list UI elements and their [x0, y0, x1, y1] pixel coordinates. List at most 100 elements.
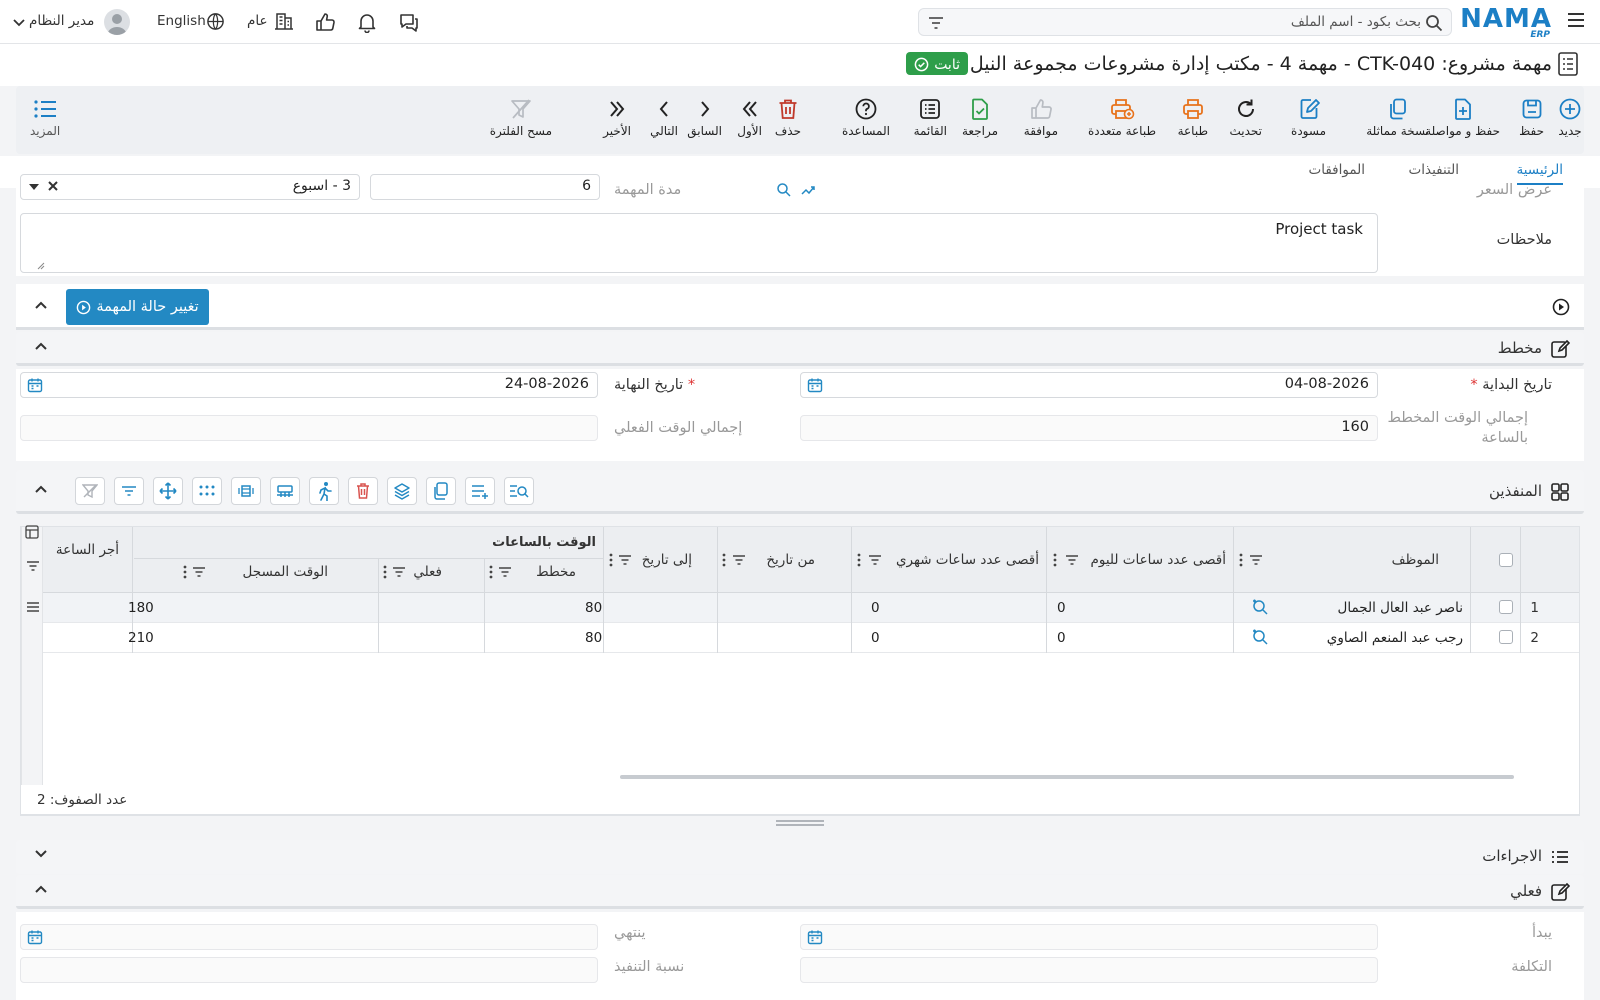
max-monthly-cell[interactable]: 0	[871, 600, 880, 616]
column-planned[interactable]: مخطط	[536, 564, 576, 580]
user-menu[interactable]: مدير النظام	[29, 13, 94, 29]
search-input[interactable]	[981, 12, 1421, 32]
open-link-icon[interactable]	[800, 182, 818, 198]
column-menu-icon[interactable]	[383, 565, 387, 579]
grid-search-button[interactable]	[504, 477, 534, 505]
toolbar-button-trash[interactable]: حذف	[775, 94, 801, 138]
calendar-icon[interactable]	[807, 377, 823, 393]
tab-main[interactable]: الرئيسية	[1517, 162, 1564, 178]
calendar-icon[interactable]	[807, 929, 823, 945]
search-plus-icon[interactable]	[1251, 628, 1269, 646]
max-daily-cell[interactable]: 0	[1057, 630, 1066, 646]
hour-rate-cell[interactable]: 180	[128, 600, 154, 616]
planned-total-input[interactable]: 160	[800, 415, 1378, 441]
cost-input[interactable]	[800, 957, 1378, 983]
search-icon[interactable]	[776, 182, 792, 198]
filter-icon[interactable]	[868, 554, 882, 566]
resize-handle-icon[interactable]	[37, 262, 45, 270]
toolbar-button-clear-filter[interactable]: مسح الفلترة	[490, 94, 552, 138]
toolbar-button-plus-circle[interactable]: جديد	[1558, 94, 1582, 138]
filter-icon[interactable]	[498, 566, 512, 578]
change-task-status-button[interactable]: تغيير حالة المهمة	[66, 289, 209, 325]
columns-icon[interactable]	[25, 525, 39, 539]
employee-cell[interactable]: ناصر عبد العال الجمال	[1338, 600, 1463, 616]
toolbar-button-review[interactable]: مراجعة	[962, 94, 998, 138]
filter-icon[interactable]	[618, 554, 632, 566]
column-from-date[interactable]: من تاريخ	[766, 552, 815, 568]
toolbar-button-printer[interactable]: طباعة	[1178, 94, 1208, 138]
duration-unit-select[interactable]: 3 - اسبوع	[20, 174, 360, 200]
table-row[interactable]: 2 رجب عبد المنعم الصاوي 0 0 80 210	[43, 623, 1579, 653]
grid-clear-filter-button[interactable]	[75, 477, 105, 505]
chat-icon[interactable]	[398, 11, 420, 33]
select-all-checkbox[interactable]	[1499, 553, 1513, 567]
bell-icon[interactable]	[356, 11, 378, 33]
grid-merge-button[interactable]	[270, 477, 300, 505]
chevron-up-icon[interactable]	[34, 300, 48, 310]
column-menu-icon[interactable]	[183, 565, 187, 579]
language-switch[interactable]: English	[157, 13, 206, 29]
filter-icon[interactable]	[1065, 554, 1079, 566]
actual-start-input[interactable]	[800, 924, 1378, 950]
grid-fit-button[interactable]	[231, 477, 261, 505]
horizontal-scrollbar[interactable]	[620, 775, 1514, 779]
toolbar-button-file-plus[interactable]: حفظ و مواصلة	[1425, 94, 1500, 138]
column-employee[interactable]: الموظف	[1392, 552, 1439, 568]
end-date-input[interactable]: 24-08-2026	[20, 372, 598, 398]
chevron-up-icon[interactable]	[34, 341, 48, 351]
toolbar-button-list[interactable]: القائمة	[914, 94, 947, 138]
branch-label[interactable]: عام	[247, 13, 268, 29]
menu-lines-icon[interactable]	[26, 601, 40, 613]
globe-icon[interactable]	[206, 12, 225, 31]
column-hour-rate[interactable]: أجر الساعة	[56, 542, 119, 558]
grid-filter-button[interactable]	[114, 477, 144, 505]
avatar[interactable]	[104, 9, 130, 35]
filter-icon[interactable]	[392, 566, 406, 578]
grid-delete-button[interactable]	[348, 477, 378, 505]
grid-copy-button[interactable]	[426, 477, 456, 505]
app-logo[interactable]: NAMA ERP	[1460, 4, 1552, 40]
column-actual[interactable]: فعلي	[413, 564, 442, 580]
column-max-monthly[interactable]: أقصى عدد ساعات شهري	[896, 552, 1039, 568]
toolbar-button-next[interactable]: التالي	[650, 94, 678, 138]
grid-dots-button[interactable]	[192, 477, 222, 505]
progress-input[interactable]	[20, 957, 598, 983]
resize-splitter[interactable]	[776, 820, 824, 826]
grid-move-button[interactable]	[153, 477, 183, 505]
column-menu-icon[interactable]	[857, 553, 861, 567]
filter-icon[interactable]	[1249, 554, 1263, 566]
max-daily-cell[interactable]: 0	[1057, 600, 1066, 616]
column-menu-icon[interactable]	[722, 553, 726, 567]
column-to-date[interactable]: إلى تاريخ	[642, 552, 692, 568]
chevron-up-icon[interactable]	[34, 484, 48, 494]
chevron-down-icon[interactable]	[34, 849, 48, 859]
actual-total-input[interactable]	[20, 415, 598, 441]
duration-input[interactable]: 6	[370, 174, 600, 200]
column-menu-icon[interactable]	[609, 553, 613, 567]
tab-approvals[interactable]: الموافقات	[1309, 162, 1366, 178]
toolbar-button-save[interactable]: حفظ	[1519, 94, 1544, 138]
tab-executions[interactable]: التنفيذات	[1409, 162, 1459, 178]
more-button[interactable]: المزيد	[30, 94, 60, 138]
play-circle-icon[interactable]	[1552, 298, 1570, 316]
toolbar-button-first[interactable]: الأول	[737, 94, 762, 138]
filter-icon[interactable]	[732, 554, 746, 566]
search-plus-icon[interactable]	[1251, 598, 1269, 616]
actual-end-input[interactable]	[20, 924, 598, 950]
toolbar-button-last[interactable]: الأخير	[603, 94, 631, 138]
toolbar-button-refresh[interactable]: تحديث	[1229, 94, 1262, 138]
hour-rate-cell[interactable]: 210	[128, 630, 154, 646]
calendar-icon[interactable]	[27, 377, 43, 393]
employee-cell[interactable]: رجب عبد المنعم الصاوي	[1327, 630, 1463, 646]
column-logged[interactable]: الوقت المسجل	[243, 564, 329, 580]
planned-cell[interactable]: 80	[585, 630, 602, 646]
planned-cell[interactable]: 80	[585, 600, 602, 616]
toolbar-button-help[interactable]: المساعدة	[842, 94, 890, 138]
column-menu-icon[interactable]	[1053, 553, 1057, 567]
toolbar-button-thumbs-up[interactable]: موافقة	[1024, 94, 1058, 138]
start-date-input[interactable]: 04-08-2026	[800, 372, 1378, 398]
notes-textarea[interactable]: Project task	[20, 213, 1378, 273]
max-monthly-cell[interactable]: 0	[871, 630, 880, 646]
plan-section-header[interactable]: مخطط	[16, 332, 1584, 366]
filter-icon[interactable]	[927, 14, 945, 32]
